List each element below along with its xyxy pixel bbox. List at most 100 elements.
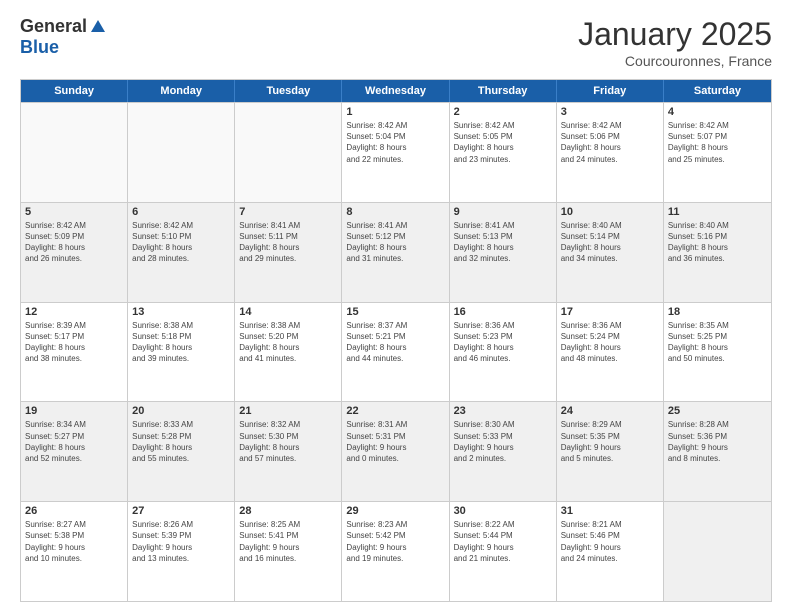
day-info: Sunrise: 8:25 AM Sunset: 5:41 PM Dayligh… [239,519,337,564]
day-info: Sunrise: 8:29 AM Sunset: 5:35 PM Dayligh… [561,419,659,464]
calendar-row-2: 5Sunrise: 8:42 AM Sunset: 5:09 PM Daylig… [21,202,771,302]
month-title: January 2025 [578,16,772,53]
calendar-row-5: 26 Sunrise: 8:27 AM Sunset: 5:38 PM Dayli… [21,501,771,601]
weekday-header-saturday: Saturday [664,80,771,102]
day-info: Sunrise: 8:40 AM Sunset: 5:16 PM Dayligh… [668,220,767,265]
calendar-cell: 14Sunrise: 8:38 AM Sunset: 5:20 PM Dayli… [235,303,342,402]
logo-icon [89,18,107,36]
day-info: Sunrise: 8:23 AM Sunset: 5:42 PM Dayligh… [346,519,444,564]
calendar-cell: 9Sunrise: 8:41 AM Sunset: 5:13 PM Daylig… [450,203,557,302]
day-number: 30 [454,505,552,517]
weekday-header-sunday: Sunday [21,80,128,102]
calendar-cell: 18 Sunrise: 8:35 AM Sunset: 5:25 PM Dayli… [664,303,771,402]
day-number: 18 [668,306,767,318]
day-number: 20 [132,405,230,417]
day-info: Sunrise: 8:37 AM Sunset: 5:21 PM Dayligh… [346,320,444,365]
day-number: 2 [454,106,552,118]
calendar-cell: 22 Sunrise: 8:31 AM Sunset: 5:31 PM Dayli… [342,402,449,501]
day-info: Sunrise: 8:39 AM Sunset: 5:17 PM Dayligh… [25,320,123,365]
calendar-cell: 10 Sunrise: 8:40 AM Sunset: 5:14 PM Dayli… [557,203,664,302]
day-number: 24 [561,405,659,417]
day-number: 11 [668,206,767,218]
calendar-body: 1 Sunrise: 8:42 AM Sunset: 5:04 PM Daylig… [21,102,771,601]
calendar-cell: 21 Sunrise: 8:32 AM Sunset: 5:30 PM Dayli… [235,402,342,501]
day-info: Sunrise: 8:36 AM Sunset: 5:23 PM Dayligh… [454,320,552,365]
day-number: 26 [25,505,123,517]
day-number: 1 [346,106,444,118]
day-number: 22 [346,405,444,417]
day-info: Sunrise: 8:42 AM Sunset: 5:07 PM Dayligh… [668,120,767,165]
calendar-cell: 13Sunrise: 8:38 AM Sunset: 5:18 PM Dayli… [128,303,235,402]
day-number: 29 [346,505,444,517]
calendar-cell: 25Sunrise: 8:28 AM Sunset: 5:36 PM Dayli… [664,402,771,501]
day-number: 4 [668,106,767,118]
calendar-cell [128,103,235,202]
day-number: 9 [454,206,552,218]
weekday-header-friday: Friday [557,80,664,102]
calendar-cell: 8Sunrise: 8:41 AM Sunset: 5:12 PM Daylig… [342,203,449,302]
calendar-cell: 24 Sunrise: 8:29 AM Sunset: 5:35 PM Dayli… [557,402,664,501]
logo-general-text: General [20,16,87,37]
calendar-cell: 5Sunrise: 8:42 AM Sunset: 5:09 PM Daylig… [21,203,128,302]
weekday-header-tuesday: Tuesday [235,80,342,102]
day-number: 27 [132,505,230,517]
calendar-cell: 3Sunrise: 8:42 AM Sunset: 5:06 PM Daylig… [557,103,664,202]
day-number: 23 [454,405,552,417]
calendar-cell: 29 Sunrise: 8:23 AM Sunset: 5:42 PM Dayli… [342,502,449,601]
day-info: Sunrise: 8:34 AM Sunset: 5:27 PM Dayligh… [25,419,123,464]
day-number: 19 [25,405,123,417]
day-info: Sunrise: 8:22 AM Sunset: 5:44 PM Dayligh… [454,519,552,564]
day-info: Sunrise: 8:36 AM Sunset: 5:24 PM Dayligh… [561,320,659,365]
day-number: 16 [454,306,552,318]
logo-blue-text: Blue [20,37,59,58]
calendar-cell: 27 Sunrise: 8:26 AM Sunset: 5:39 PM Dayli… [128,502,235,601]
calendar-row-1: 1 Sunrise: 8:42 AM Sunset: 5:04 PM Daylig… [21,102,771,202]
calendar-cell: 20 Sunrise: 8:33 AM Sunset: 5:28 PM Dayli… [128,402,235,501]
day-number: 28 [239,505,337,517]
weekday-header-wednesday: Wednesday [342,80,449,102]
calendar-cell: 26 Sunrise: 8:27 AM Sunset: 5:38 PM Dayli… [21,502,128,601]
calendar-cell [21,103,128,202]
location: Courcouronnes, France [578,53,772,69]
day-info: Sunrise: 8:38 AM Sunset: 5:18 PM Dayligh… [132,320,230,365]
day-info: Sunrise: 8:26 AM Sunset: 5:39 PM Dayligh… [132,519,230,564]
day-info: Sunrise: 8:35 AM Sunset: 5:25 PM Dayligh… [668,320,767,365]
page: General Blue January 2025 Courcouronnes,… [0,0,792,612]
day-info: Sunrise: 8:41 AM Sunset: 5:11 PM Dayligh… [239,220,337,265]
calendar-cell: 11 Sunrise: 8:40 AM Sunset: 5:16 PM Dayli… [664,203,771,302]
day-info: Sunrise: 8:32 AM Sunset: 5:30 PM Dayligh… [239,419,337,464]
day-info: Sunrise: 8:42 AM Sunset: 5:04 PM Dayligh… [346,120,444,165]
day-number: 10 [561,206,659,218]
day-number: 3 [561,106,659,118]
weekday-header-thursday: Thursday [450,80,557,102]
day-number: 25 [668,405,767,417]
calendar-cell: 19 Sunrise: 8:34 AM Sunset: 5:27 PM Dayli… [21,402,128,501]
calendar-cell: 31Sunrise: 8:21 AM Sunset: 5:46 PM Dayli… [557,502,664,601]
header-right: January 2025 Courcouronnes, France [578,16,772,69]
day-info: Sunrise: 8:38 AM Sunset: 5:20 PM Dayligh… [239,320,337,365]
day-info: Sunrise: 8:33 AM Sunset: 5:28 PM Dayligh… [132,419,230,464]
day-info: Sunrise: 8:21 AM Sunset: 5:46 PM Dayligh… [561,519,659,564]
day-info: Sunrise: 8:30 AM Sunset: 5:33 PM Dayligh… [454,419,552,464]
calendar-cell: 28 Sunrise: 8:25 AM Sunset: 5:41 PM Dayli… [235,502,342,601]
day-number: 21 [239,405,337,417]
day-number: 7 [239,206,337,218]
calendar-cell: 12Sunrise: 8:39 AM Sunset: 5:17 PM Dayli… [21,303,128,402]
day-number: 15 [346,306,444,318]
calendar-header: SundayMondayTuesdayWednesdayThursdayFrid… [21,80,771,102]
calendar-row-3: 12Sunrise: 8:39 AM Sunset: 5:17 PM Dayli… [21,302,771,402]
day-info: Sunrise: 8:31 AM Sunset: 5:31 PM Dayligh… [346,419,444,464]
day-number: 8 [346,206,444,218]
day-info: Sunrise: 8:40 AM Sunset: 5:14 PM Dayligh… [561,220,659,265]
calendar-cell [235,103,342,202]
calendar-cell: 17Sunrise: 8:36 AM Sunset: 5:24 PM Dayli… [557,303,664,402]
day-info: Sunrise: 8:42 AM Sunset: 5:10 PM Dayligh… [132,220,230,265]
calendar-cell: 2 Sunrise: 8:42 AM Sunset: 5:05 PM Daylig… [450,103,557,202]
day-info: Sunrise: 8:27 AM Sunset: 5:38 PM Dayligh… [25,519,123,564]
calendar-row-4: 19 Sunrise: 8:34 AM Sunset: 5:27 PM Dayli… [21,401,771,501]
calendar-cell: 16 Sunrise: 8:36 AM Sunset: 5:23 PM Dayli… [450,303,557,402]
calendar-cell: 23 Sunrise: 8:30 AM Sunset: 5:33 PM Dayli… [450,402,557,501]
calendar-cell: 30 Sunrise: 8:22 AM Sunset: 5:44 PM Dayli… [450,502,557,601]
day-info: Sunrise: 8:42 AM Sunset: 5:05 PM Dayligh… [454,120,552,165]
calendar-cell: 4 Sunrise: 8:42 AM Sunset: 5:07 PM Daylig… [664,103,771,202]
